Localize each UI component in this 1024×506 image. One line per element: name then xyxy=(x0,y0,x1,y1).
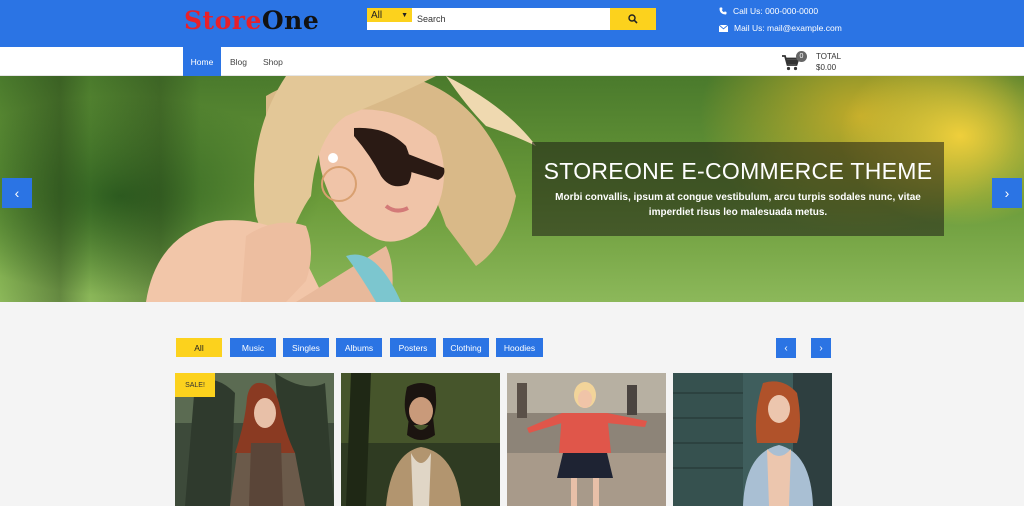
contact-mail: Mail Us: mail@example.com xyxy=(719,23,842,33)
hero-caption: STOREONE E-COMMERCE THEME Morbi convalli… xyxy=(532,142,944,236)
chevron-left-icon: ‹ xyxy=(784,342,788,354)
sale-badge: SALE! xyxy=(175,373,215,397)
product-image xyxy=(341,373,500,506)
filter-tab-posters[interactable]: Posters xyxy=(390,338,436,357)
products-prev-button[interactable]: ‹ xyxy=(776,338,796,358)
hero-slider: STOREONE E-COMMERCE THEME Morbi convalli… xyxy=(0,76,1024,302)
hero-title: STOREONE E-COMMERCE THEME xyxy=(543,158,933,184)
contact-phone-text: Call Us: 000-000-0000 xyxy=(733,6,819,16)
filter-tab-all[interactable]: All xyxy=(176,338,222,357)
chevron-left-icon: ‹ xyxy=(14,185,20,201)
nav-item-shop[interactable]: Shop xyxy=(255,47,291,76)
search-category-select[interactable]: All ▼ xyxy=(367,8,412,22)
search-bar: All ▼ xyxy=(367,8,656,30)
products-next-button[interactable]: › xyxy=(811,338,831,358)
filter-tab-albums[interactable]: Albums xyxy=(336,338,382,357)
site-logo[interactable]: StoreOne xyxy=(184,6,319,36)
contact-mail-text[interactable]: Mail Us: mail@example.com xyxy=(734,23,842,33)
search-icon xyxy=(628,14,638,24)
mail-icon xyxy=(719,24,728,32)
contact-phone: Call Us: 000-000-0000 xyxy=(719,6,818,16)
cart-button[interactable]: 0 xyxy=(782,51,808,72)
product-card[interactable] xyxy=(673,373,832,506)
chevron-right-icon: › xyxy=(819,342,823,354)
hero-prev-button[interactable]: ‹ xyxy=(2,178,32,208)
hero-model-image xyxy=(146,76,536,302)
chevron-right-icon: › xyxy=(1004,185,1010,201)
cart-total-label: TOTAL xyxy=(816,52,842,61)
filter-tab-music[interactable]: Music xyxy=(230,338,276,357)
search-category-value: All xyxy=(371,9,383,21)
logo-part-one: One xyxy=(261,6,320,35)
product-image xyxy=(673,373,832,506)
cart-count-badge: 0 xyxy=(796,51,807,62)
hero-next-button[interactable]: › xyxy=(992,178,1022,208)
search-input[interactable] xyxy=(412,8,610,30)
logo-part-store: Store xyxy=(184,6,262,35)
main-navigation: Home Blog Shop 0 xyxy=(0,47,1024,76)
filter-tab-singles[interactable]: Singles xyxy=(283,338,329,357)
product-card[interactable] xyxy=(507,373,666,506)
filter-tab-hoodies[interactable]: Hoodies xyxy=(496,338,543,357)
product-card[interactable]: SALE! xyxy=(175,373,334,506)
phone-icon xyxy=(719,7,727,15)
caret-down-icon: ▼ xyxy=(401,11,408,19)
nav-item-blog[interactable]: Blog xyxy=(222,47,255,76)
top-header: StoreOne All ▼ Call Us: 000-000-0000 Mai… xyxy=(0,0,1024,47)
search-button[interactable] xyxy=(610,8,656,30)
product-card[interactable] xyxy=(341,373,500,506)
nav-item-home[interactable]: Home xyxy=(183,47,221,76)
cart-total-value: $0.00 xyxy=(816,63,837,72)
hero-text: Morbi convallis, ipsum at congue vestibu… xyxy=(555,192,921,218)
product-image xyxy=(507,373,666,506)
filter-tab-clothing[interactable]: Clothing xyxy=(443,338,489,357)
